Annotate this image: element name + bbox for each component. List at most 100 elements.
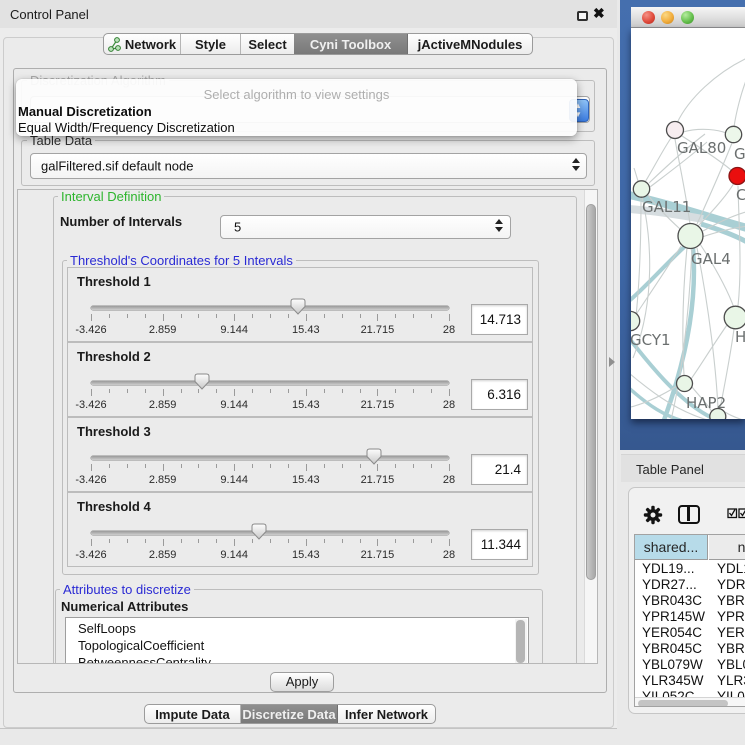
split-pane-collapse-icon[interactable]: [609, 357, 615, 367]
tab-cyni-toolbox[interactable]: Cyni Toolbox: [294, 34, 408, 54]
list-item[interactable]: TopologicalCoefficient: [78, 638, 204, 653]
table-data-combobox[interactable]: galFiltered.sif default node: [30, 153, 587, 179]
threshold-value-field[interactable]: 11.344: [471, 529, 528, 560]
slider-tick-label: 9.144: [220, 474, 248, 486]
split-columns-icon[interactable]: [678, 505, 700, 524]
threshold-slider-thumb[interactable]: [290, 298, 306, 315]
tab-select-label: Select: [248, 37, 286, 52]
network-edge[interactable]: [677, 58, 745, 123]
close-traffic-light[interactable]: [642, 11, 655, 24]
threshold-slider-track[interactable]: [91, 531, 449, 535]
network-node[interactable]: [633, 181, 649, 197]
table-cell-shared-name[interactable]: YER054C: [642, 625, 708, 641]
network-edge[interactable]: [683, 129, 726, 133]
table-cell-shared-name[interactable]: YDL19...: [642, 561, 708, 577]
threshold-slider-thumb[interactable]: [194, 373, 210, 390]
threshold-value-field[interactable]: 6.316: [471, 379, 528, 410]
column-header-name[interactable]: n: [709, 535, 745, 560]
table-cell-name[interactable]: YDL1: [717, 561, 745, 577]
table-cell-name[interactable]: YBR0: [717, 593, 745, 609]
network-edge[interactable]: [636, 198, 641, 316]
threshold-slider-track[interactable]: [91, 381, 449, 385]
table-cell-name[interactable]: YLR3: [717, 673, 745, 689]
network-node[interactable]: [725, 126, 741, 142]
slider-tick-label: 21.715: [361, 549, 395, 561]
zoom-traffic-light[interactable]: [681, 11, 694, 24]
slider-tick: [413, 539, 414, 543]
network-node-label: GAL80: [677, 139, 726, 157]
network-node[interactable]: [631, 311, 640, 330]
table-cell-shared-name[interactable]: YBR045C: [642, 641, 708, 657]
network-node[interactable]: [724, 306, 745, 329]
table-cell-shared-name[interactable]: YDR27...: [642, 577, 708, 593]
network-node[interactable]: [677, 376, 693, 392]
settings-scrollbar-thumb[interactable]: [586, 204, 596, 580]
list-scrollbar-thumb[interactable]: [516, 620, 525, 663]
threshold-slider-thumb[interactable]: [366, 448, 382, 465]
network-edge[interactable]: [635, 246, 681, 316]
slider-tick-label: 28: [443, 474, 455, 486]
table-cell-shared-name[interactable]: YPR145W: [642, 609, 708, 625]
network-edge[interactable]: [725, 412, 743, 419]
threshold-label: Threshold 3: [77, 424, 151, 439]
network-edge[interactable]: [738, 186, 740, 306]
list-item[interactable]: SelfLoops: [78, 621, 136, 636]
threshold-value-field[interactable]: 14.713: [471, 304, 528, 335]
threshold-slider-track[interactable]: [91, 456, 449, 460]
number-of-intervals-spinner[interactable]: 5: [220, 215, 511, 239]
threshold-slider-thumb[interactable]: [251, 523, 267, 540]
table-cell-shared-name[interactable]: YLR345W: [642, 673, 708, 689]
network-view-window: GAL80GACGAL11GAL4GCY1HHAP2: [620, 0, 745, 450]
table-cell-name[interactable]: YPR1: [717, 609, 745, 625]
tab-network[interactable]: Network: [104, 34, 181, 54]
numerical-attributes-list[interactable]: SelfLoops TopologicalCoefficient Between…: [65, 617, 529, 664]
float-window-icon[interactable]: [577, 11, 588, 21]
network-edge[interactable]: [645, 138, 671, 182]
slider-tick: [413, 464, 414, 468]
tab-style[interactable]: Style: [181, 34, 241, 54]
tab-discretize-data[interactable]: Discretize Data: [241, 705, 338, 723]
slider-tick: [431, 314, 432, 318]
close-icon[interactable]: ✖: [593, 5, 605, 22]
column-header-shared-name[interactable]: shared...: [635, 535, 708, 560]
threshold-value-field[interactable]: 21.4: [471, 454, 528, 485]
dropdown-item-manual-discretization[interactable]: Manual Discretization: [18, 104, 152, 119]
minimize-traffic-light[interactable]: [661, 11, 674, 24]
table-cell-name[interactable]: YER0: [717, 625, 745, 641]
network-edge[interactable]: [734, 78, 745, 127]
dropdown-item-equal-width[interactable]: Equal Width/Frequency Discretization: [18, 120, 235, 135]
table-cell-name[interactable]: YBR0: [717, 641, 745, 657]
slider-tick-label: 28: [443, 399, 455, 411]
tab-jactivemnodules[interactable]: jActiveMNodules: [408, 34, 532, 54]
network-node[interactable]: [729, 168, 745, 185]
table-cell-name[interactable]: YBL0: [717, 657, 745, 673]
tab-infer-network[interactable]: Infer Network: [338, 705, 435, 723]
network-node[interactable]: [667, 122, 684, 139]
column-checkboxes-icon[interactable]: [727, 507, 745, 519]
slider-tick: [288, 464, 289, 468]
dropdown-prompt-item[interactable]: Select algorithm to view settings: [16, 87, 577, 102]
table-cell-name[interactable]: YDR2: [717, 577, 745, 593]
tab-cyni-toolbox-label: Cyni Toolbox: [310, 37, 391, 52]
slider-tick: [449, 314, 450, 321]
table-hscrollbar[interactable]: [635, 697, 745, 707]
network-canvas[interactable]: GAL80GACGAL11GAL4GCY1HHAP2: [631, 28, 745, 419]
slider-tick: [163, 389, 164, 396]
slider-tick: [181, 314, 182, 318]
tab-impute-data[interactable]: Impute Data: [145, 705, 241, 723]
threshold-slider-track[interactable]: [91, 306, 449, 310]
table-cell-shared-name[interactable]: YBR043C: [642, 593, 708, 609]
table-cell-shared-name[interactable]: YBL079W: [642, 657, 708, 673]
network-node[interactable]: [678, 224, 703, 249]
network-edge[interactable]: [697, 248, 718, 408]
network-edge[interactable]: [691, 325, 727, 379]
tab-select[interactable]: Select: [241, 34, 294, 54]
apply-button[interactable]: Apply: [270, 672, 334, 692]
list-scrollbar[interactable]: [515, 619, 527, 664]
table-hscrollbar-thumb[interactable]: [638, 700, 728, 707]
slider-tick: [234, 539, 235, 546]
list-item[interactable]: BetweennessCentrality: [78, 655, 211, 664]
gear-icon[interactable]: [643, 505, 663, 525]
threshold-row: Threshold 3 -3.4262.8599.14415.4321.7152…: [67, 417, 533, 492]
slider-tick: [324, 464, 325, 468]
